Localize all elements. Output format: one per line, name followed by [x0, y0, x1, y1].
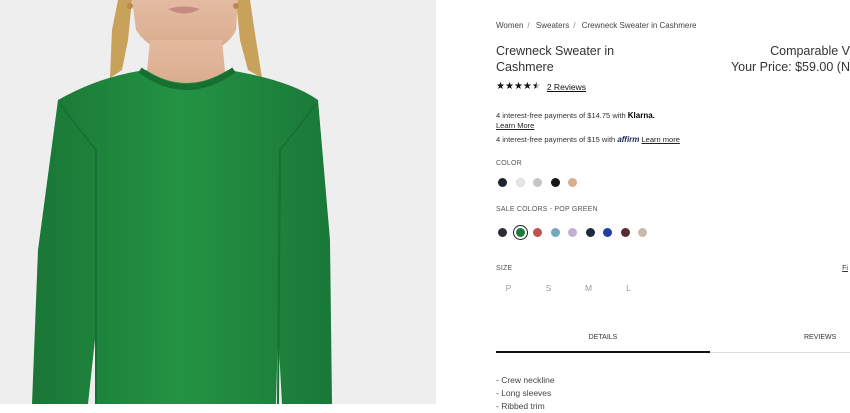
- affirm-text: 4 interest-free payments of $15 with: [496, 135, 616, 144]
- size-option-s[interactable]: S: [544, 283, 553, 293]
- affirm-payments: 4 interest-free payments of $15 with aff…: [496, 135, 680, 144]
- product-photo: [0, 0, 436, 404]
- color-swatches: [498, 178, 577, 187]
- size-fit-link[interactable]: Fi: [842, 265, 848, 272]
- color-swatch[interactable]: [498, 178, 507, 187]
- size-option-p[interactable]: P: [504, 283, 513, 293]
- star-rating: ★ ★ ★ ★ ★: [496, 82, 541, 92]
- sale-color-swatch[interactable]: [498, 228, 507, 237]
- star-full-icon: ★: [513, 81, 523, 92]
- size-label: SIZE: [496, 265, 513, 272]
- color-swatch[interactable]: [550, 178, 560, 187]
- sale-color-swatch[interactable]: [585, 228, 595, 237]
- star-full-icon: ★: [504, 81, 514, 92]
- tab-details[interactable]: DETAILS: [496, 334, 710, 353]
- details-item: - Crew neckline: [496, 375, 555, 385]
- breadcrumb: Women / Sweaters / Crewneck Sweater in Cas…: [496, 21, 697, 30]
- product-image[interactable]: [0, 0, 436, 404]
- size-option-m[interactable]: M: [584, 283, 593, 293]
- sale-color-swatch[interactable]: [603, 228, 612, 237]
- your-price: Your Price: $59.00 (N: [730, 60, 850, 74]
- klarna-learn-more-link[interactable]: Learn More: [496, 121, 534, 130]
- comparable-price: Comparable V: [770, 44, 850, 58]
- color-swatch[interactable]: [533, 178, 542, 187]
- price-block: Comparable V Your Price: $59.00 (N: [731, 43, 850, 75]
- sale-color-swatch[interactable]: [550, 228, 560, 237]
- color-label: COLOR: [496, 160, 522, 167]
- breadcrumb-sweaters[interactable]: Sweaters: [536, 21, 569, 30]
- tab-reviews[interactable]: REVIEWS: [804, 334, 836, 341]
- rating: ★ ★ ★ ★ ★ 2 Reviews: [496, 82, 586, 93]
- size-option-l[interactable]: L: [624, 283, 633, 293]
- star-full-icon: ★: [522, 81, 532, 92]
- product-info-panel: Women / Sweaters / Crewneck Sweater in Cas…: [496, 0, 850, 411]
- sale-color-swatch[interactable]: [568, 228, 577, 237]
- details-item: - Long sleeves: [496, 388, 552, 398]
- product-tabs: DETAILS REVIEWS: [496, 334, 850, 353]
- klarna-logo: Klarna.: [627, 111, 655, 120]
- affirm-logo: affirm: [617, 135, 640, 144]
- size-options: P S M L: [504, 283, 633, 293]
- breadcrumb-women[interactable]: Women: [496, 21, 523, 30]
- breadcrumb-current[interactable]: Crewneck Sweater in Cashmere: [582, 21, 697, 30]
- reviews-link[interactable]: 2 Reviews: [547, 82, 586, 92]
- star-full-icon: ★: [496, 81, 505, 92]
- color-swatch[interactable]: [568, 178, 577, 187]
- star-half-icon: ★: [531, 81, 541, 92]
- sale-color-swatches: [498, 225, 647, 240]
- product-title: Crewneck Sweater in Cashmere: [496, 44, 615, 74]
- sale-color-swatch[interactable]: [638, 228, 647, 237]
- details-list: - Crew neckline - Long sleeves - Ribbed …: [496, 374, 555, 413]
- sale-color-swatch[interactable]: [512, 225, 528, 240]
- klarna-learn-more-row: Learn More: [496, 121, 534, 130]
- sale-color-swatch[interactable]: [533, 228, 542, 237]
- sale-colors-label: SALE COLORS - POP GREEN: [496, 206, 598, 213]
- sale-color-swatch[interactable]: [620, 228, 630, 237]
- affirm-learn-more-link[interactable]: Learn more: [642, 135, 680, 144]
- details-item: - Ribbed trim: [496, 401, 545, 411]
- klarna-text: 4 interest-free payments of $14.75 with: [496, 111, 626, 120]
- klarna-payments: 4 interest-free payments of $14.75 with …: [496, 111, 655, 120]
- color-swatch[interactable]: [515, 178, 525, 187]
